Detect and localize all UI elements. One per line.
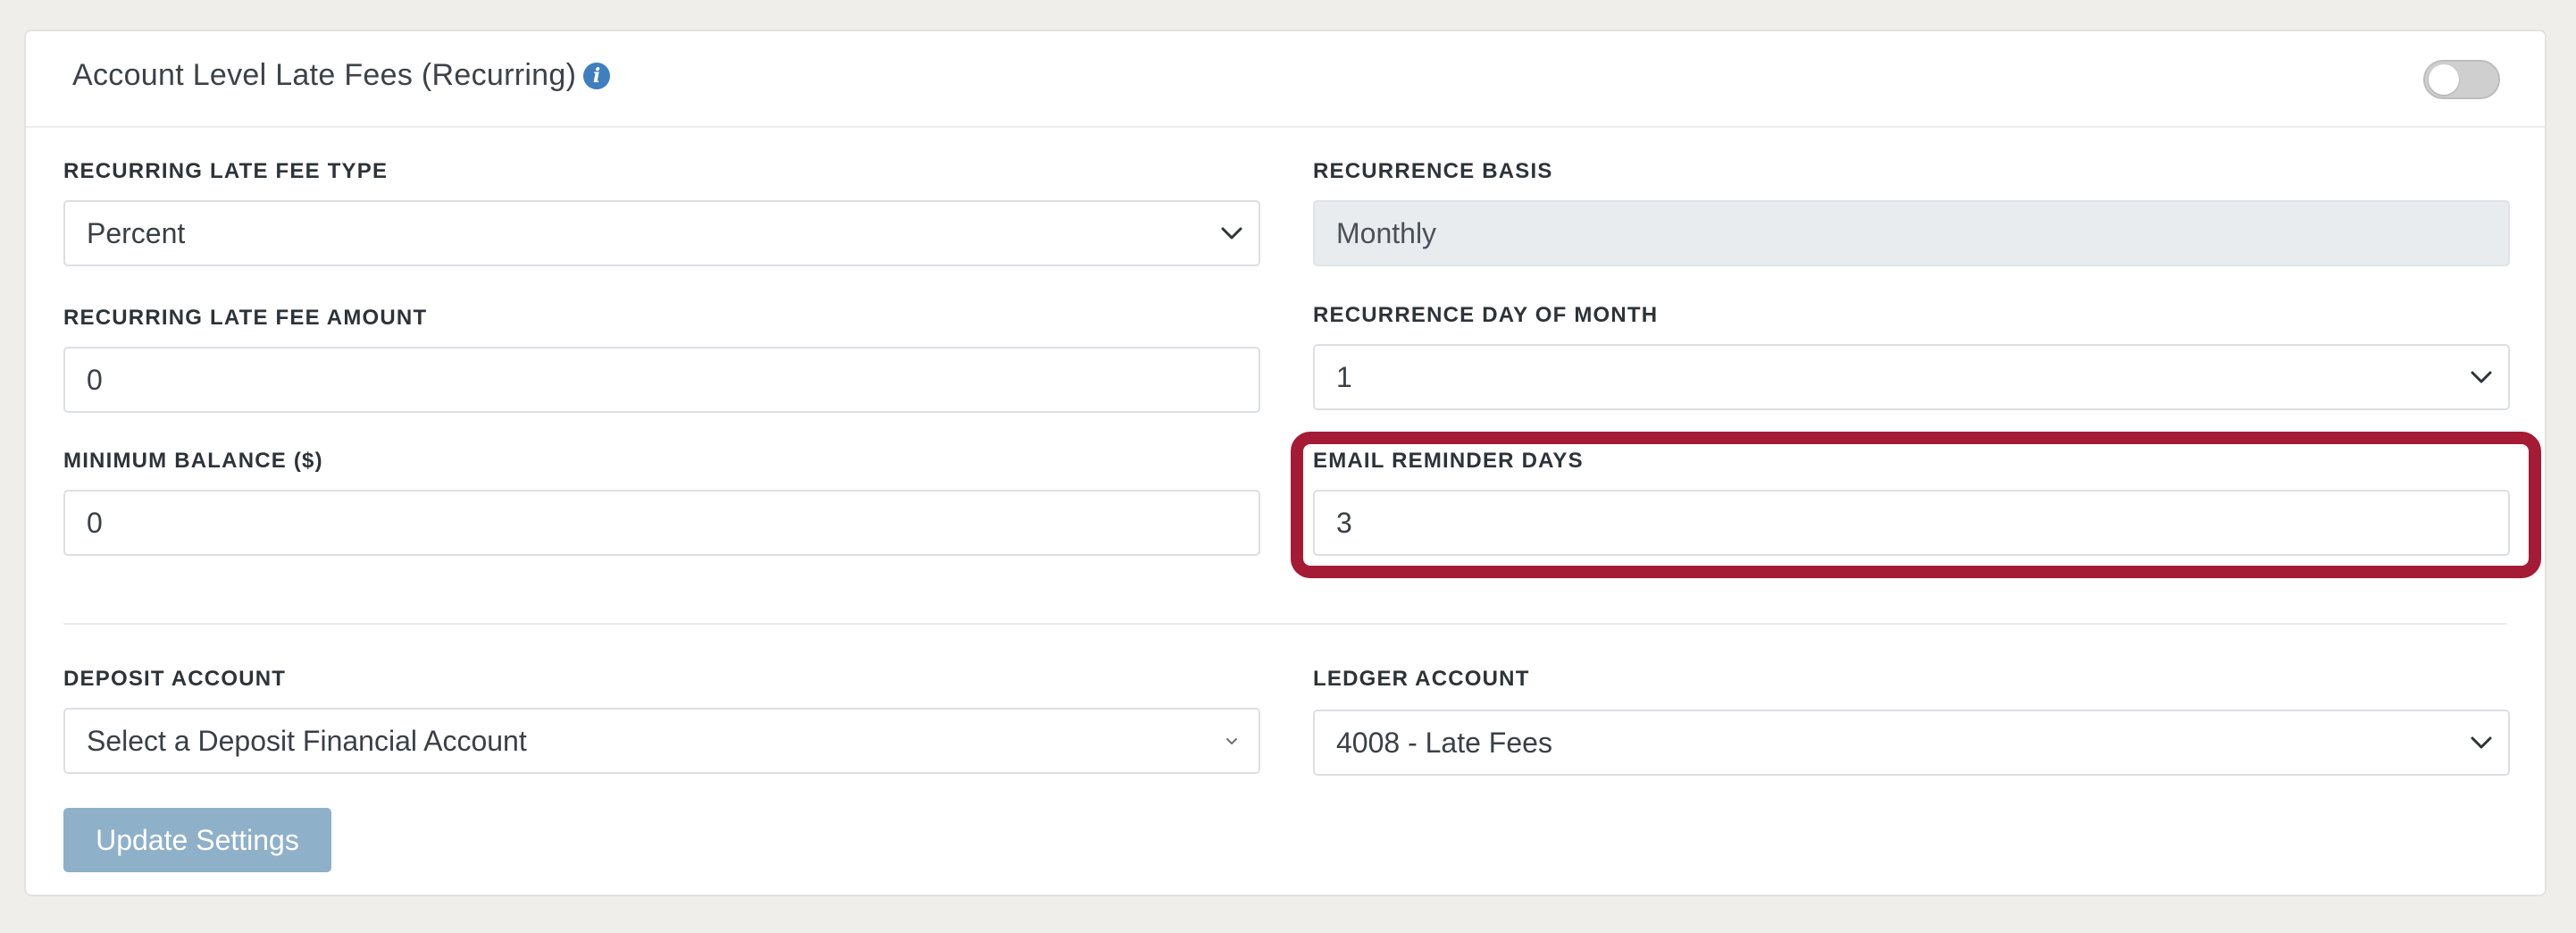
minimum-balance-input[interactable]: 0 <box>63 490 1260 556</box>
ledger-account-label: LEDGER ACCOUNT <box>1313 667 1530 691</box>
recurrence-day-of-month-value: 1 <box>1336 360 1352 393</box>
toggle-knob <box>2429 64 2459 95</box>
ledger-account-select[interactable]: 4008 - Late Fees <box>1313 710 2510 776</box>
recurrence-day-of-month-select[interactable]: 1 <box>1313 344 2510 410</box>
recurring-late-fees-toggle[interactable] <box>2423 60 2500 99</box>
email-reminder-days-input[interactable]: 3 <box>1313 490 2510 556</box>
chevron-down-icon <box>2455 711 2508 774</box>
info-circle-icon[interactable]: i <box>583 62 611 89</box>
card-title: Account Level Late Fees (Recurring) i <box>72 58 611 93</box>
recurrence-basis-value: Monthly <box>1336 216 1437 249</box>
late-fees-card: Account Level Late Fees (Recurring) i RE… <box>24 29 2547 896</box>
deposit-account-placeholder: Select a Deposit Financial Account <box>87 724 527 757</box>
ledger-account-value: 4008 - Late Fees <box>1336 726 1552 759</box>
recurring-late-fee-amount-input[interactable]: 0 <box>63 347 1260 413</box>
deposit-account-label: DEPOSIT ACCOUNT <box>63 667 287 691</box>
recurring-late-fee-amount-label: RECURRING LATE FEE AMOUNT <box>63 306 428 330</box>
recurring-late-fee-type-label: RECURRING LATE FEE TYPE <box>63 159 389 183</box>
recurring-late-fee-amount-value: 0 <box>87 363 103 396</box>
recurrence-day-of-month-label: RECURRENCE DAY OF MONTH <box>1313 303 1659 327</box>
update-settings-button[interactable]: Update Settings <box>63 808 331 872</box>
recurring-late-fee-type-value: Percent <box>87 216 186 249</box>
card-title-text: Account Level Late Fees (Recurring) <box>72 58 577 92</box>
minimum-balance-value: 0 <box>87 506 103 539</box>
card-header: Account Level Late Fees (Recurring) i <box>26 31 2545 128</box>
deposit-account-select[interactable]: Select a Deposit Financial Account <box>63 708 1260 774</box>
email-reminder-days-value: 3 <box>1336 506 1352 539</box>
chevron-down-icon <box>2455 346 2508 408</box>
chevron-down-icon <box>1205 710 1259 772</box>
email-reminder-days-label: EMAIL REMINDER DAYS <box>1313 449 1584 473</box>
recurring-late-fee-type-select[interactable]: Percent <box>63 200 1260 266</box>
minimum-balance-label: MINIMUM BALANCE ($) <box>63 449 323 473</box>
recurrence-basis-label: RECURRENCE BASIS <box>1313 159 1553 183</box>
section-divider <box>63 623 2507 625</box>
chevron-down-icon <box>1205 202 1259 265</box>
recurrence-basis-field: Monthly <box>1313 200 2510 266</box>
